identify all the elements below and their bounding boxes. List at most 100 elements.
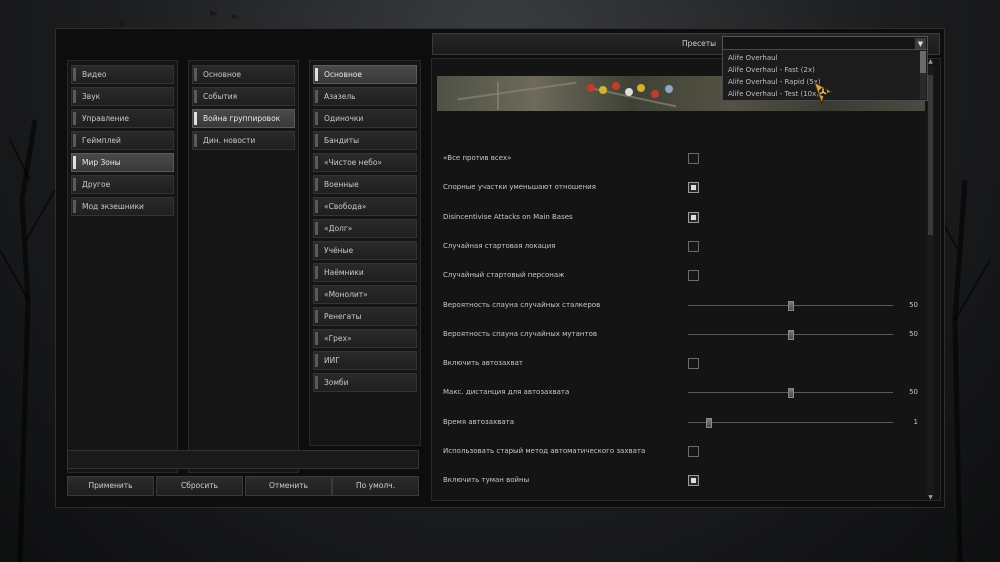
reset-button[interactable]: Сбросить — [156, 476, 243, 496]
category-item-sound[interactable]: Звук — [71, 87, 174, 106]
scroll-up-icon[interactable]: ▲ — [927, 58, 934, 66]
faction-item-freedom[interactable]: «Свобода» — [313, 197, 417, 216]
setting-checkbox[interactable] — [688, 182, 699, 194]
description-field — [67, 450, 419, 469]
setting-slider-value: 50 — [909, 388, 918, 397]
category-item-zone-world[interactable]: Мир Зоны — [71, 153, 174, 172]
dropdown-scroll-thumb[interactable] — [920, 51, 926, 73]
faction-item-military[interactable]: Военные — [313, 175, 417, 194]
category-item-other[interactable]: Другое — [71, 175, 174, 194]
faction-item-renegades[interactable]: Ренегаты — [313, 307, 417, 326]
radiation-cursor-icon — [812, 80, 834, 106]
setting-label: Включить туман войны — [443, 476, 530, 485]
faction-label: Учёные — [324, 246, 354, 255]
category-item-mod-exes[interactable]: Мод экзешники — [71, 197, 174, 216]
setting-row: Макс. дистанция для автозахвата 50 — [432, 378, 932, 407]
setting-checkbox[interactable] — [688, 240, 699, 252]
category-label: Геймплей — [82, 136, 121, 145]
default-button[interactable]: По умолч. — [332, 476, 419, 496]
setting-slider-knob[interactable] — [787, 329, 794, 340]
faction-item-bandits[interactable]: Бандиты — [313, 131, 417, 150]
scrollbar-thumb[interactable] — [928, 75, 933, 235]
faction-item-main[interactable]: Основное — [313, 65, 417, 84]
map-marker — [637, 84, 645, 92]
map-marker — [651, 90, 659, 98]
category-item-controls[interactable]: Управление — [71, 109, 174, 128]
subcategory-label: Дин. новости — [203, 136, 256, 145]
faction-list: Основное Азазель Одиночки Бандиты «Чисто… — [309, 60, 421, 446]
setting-slider-knob[interactable] — [705, 417, 712, 428]
setting-slider-knob[interactable] — [787, 300, 794, 311]
setting-row: Спорные участки уменьшают отношения — [432, 173, 932, 202]
setting-checkbox[interactable] — [688, 270, 699, 282]
setting-row: Disincentivise Attacks on Main Bases — [432, 203, 932, 232]
category-label: Мир Зоны — [82, 158, 121, 167]
subcategory-item-faction-war[interactable]: Война группировок — [192, 109, 295, 128]
faction-item-azazel[interactable]: Азазель — [313, 87, 417, 106]
setting-row: Включить туман войны — [432, 466, 932, 495]
subcategory-item-dyn-news[interactable]: Дин. новости — [192, 131, 295, 150]
faction-label: Одиночки — [324, 114, 364, 123]
dropdown-scrollbar[interactable] — [920, 51, 926, 99]
faction-item-duty[interactable]: «Долг» — [313, 219, 417, 238]
faction-label: «Монолит» — [324, 290, 368, 299]
setting-label: Включить автозахват — [443, 359, 523, 368]
faction-label: Бандиты — [324, 136, 359, 145]
setting-checkbox[interactable] — [688, 211, 699, 223]
setting-slider-value: 50 — [909, 300, 918, 309]
presets-label: Пресеты — [682, 39, 717, 48]
setting-slider-value: 50 — [888, 496, 918, 500]
faction-label: Наёмники — [324, 268, 364, 277]
category-item-gameplay[interactable]: Геймплей — [71, 131, 174, 150]
faction-label: Азазель — [324, 92, 356, 101]
subcategory-label: События — [203, 92, 238, 101]
setting-slider-knob[interactable] — [787, 388, 794, 399]
setting-row: Вероятность спауна случайных мутантов 50 — [432, 320, 932, 349]
faction-label: «Грех» — [324, 334, 352, 343]
setting-label: Вероятность спауна случайных сталкеров — [443, 300, 601, 309]
setting-row: Вероятность спауна случайных сталкеров 50 — [432, 291, 932, 320]
setting-checkbox[interactable] — [688, 358, 699, 370]
preset-option-fast[interactable]: Alife Overhaul - Fast (2x) — [728, 64, 815, 76]
faction-item-loners[interactable]: Одиночки — [313, 109, 417, 128]
apply-button[interactable]: Применить — [67, 476, 154, 496]
scroll-down-icon[interactable]: ▼ — [927, 494, 934, 502]
faction-item-mercs[interactable]: Наёмники — [313, 263, 417, 282]
category-item-video[interactable]: Видео — [71, 65, 174, 84]
map-marker — [599, 86, 607, 94]
faction-item-sin[interactable]: «Грех» — [313, 329, 417, 348]
setting-slider-track[interactable] — [688, 421, 893, 423]
faction-item-ecologists[interactable]: Учёные — [313, 241, 417, 260]
preset-option-alife-overhaul[interactable]: Alife Overhaul — [728, 52, 778, 64]
setting-row: Дистанция тумана войны 50 — [432, 496, 932, 500]
preset-option-rapid[interactable]: Alife Overhaul - Rapid (5x) — [728, 76, 821, 88]
setting-label: Время автозахвата — [443, 417, 514, 426]
faction-label: Военные — [324, 180, 359, 189]
preset-option-test[interactable]: Alife Overhaul - Test (10x) — [728, 88, 819, 100]
settings-scrollbar[interactable]: ▲ ▼ — [927, 58, 934, 502]
faction-item-monolith[interactable]: «Монолит» — [313, 285, 417, 304]
faction-item-zombies[interactable]: Зомби — [313, 373, 417, 392]
subcategory-item-main[interactable]: Основное — [192, 65, 295, 84]
faction-label: Зомби — [324, 378, 349, 387]
setting-checkbox[interactable] — [688, 475, 699, 487]
setting-row: «Все против всех» — [432, 144, 932, 173]
map-marker — [665, 85, 673, 93]
setting-checkbox[interactable] — [688, 153, 699, 164]
setting-slider-value: 1 — [913, 417, 918, 426]
map-marker — [612, 82, 620, 90]
faction-item-clear-sky[interactable]: «Чистое небо» — [313, 153, 417, 172]
setting-label: Случайный стартовый персонаж — [443, 271, 565, 280]
subcategory-list: Основное События Война группировок Дин. … — [188, 60, 299, 473]
setting-row: Случайная стартовая локация — [432, 232, 932, 261]
setting-checkbox[interactable] — [688, 446, 699, 457]
cancel-button[interactable]: Отменить — [245, 476, 332, 496]
category-label: Мод экзешники — [82, 202, 144, 211]
faction-item-isg[interactable]: ИИГ — [313, 351, 417, 370]
setting-label: Использовать старый метод автоматическог… — [443, 447, 646, 455]
category-label: Звук — [82, 92, 101, 101]
scrollbar-track[interactable] — [927, 66, 934, 494]
subcategory-item-events[interactable]: События — [192, 87, 295, 106]
category-label: Видео — [82, 70, 107, 79]
category-list: Видео Звук Управление Геймплей Мир Зоны … — [67, 60, 178, 473]
